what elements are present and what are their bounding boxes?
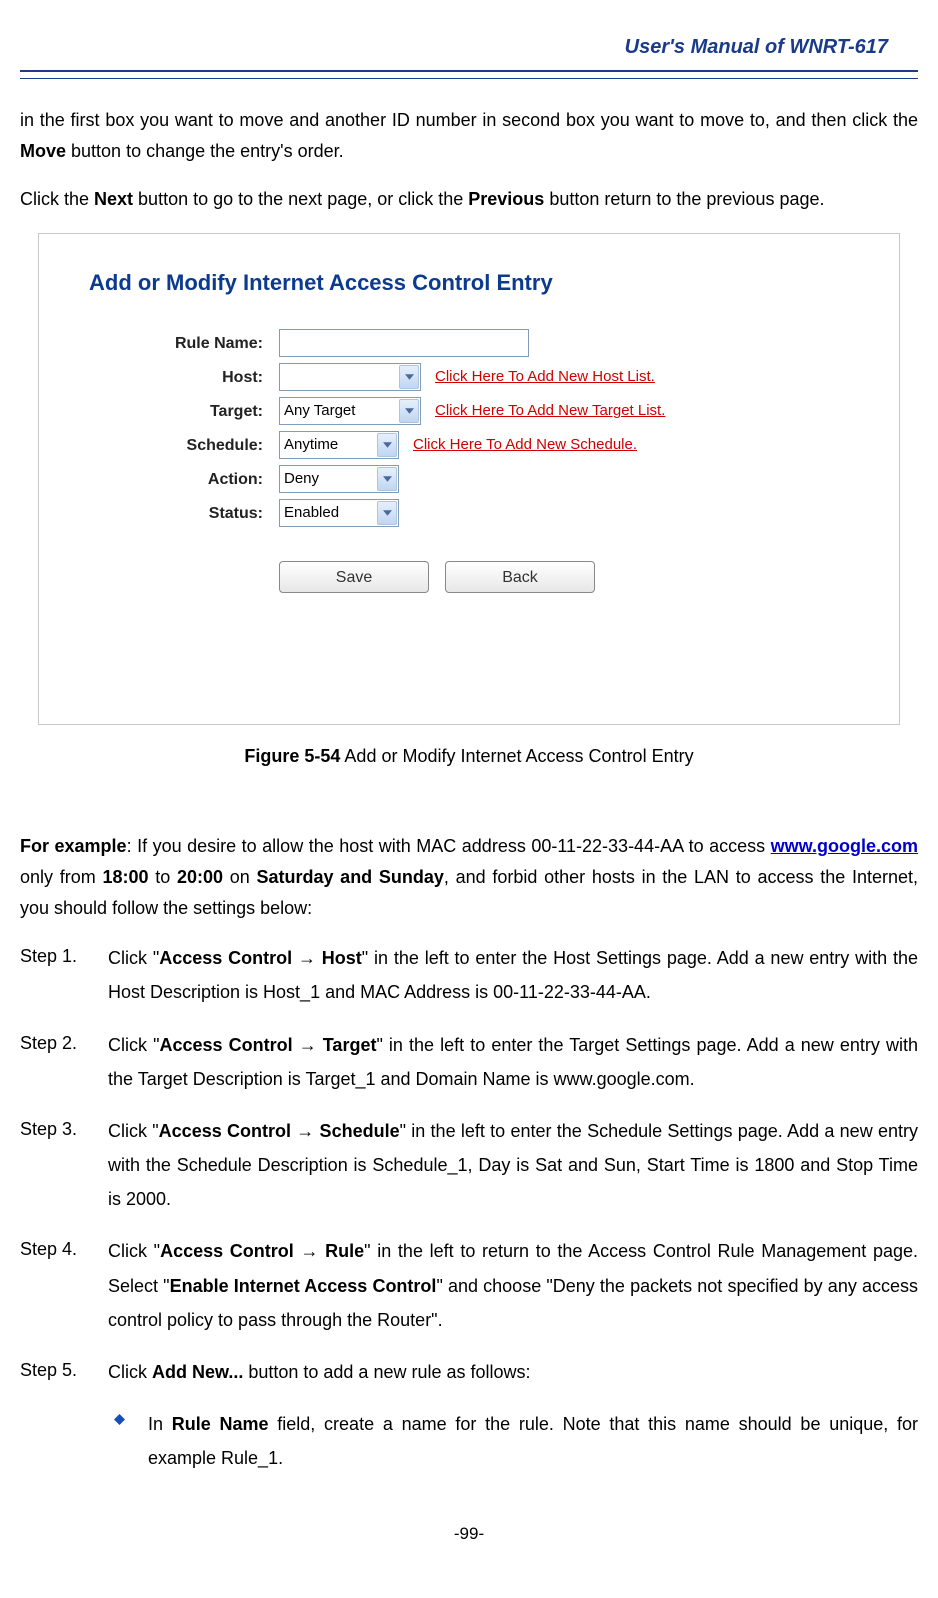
text: Click the (20, 189, 94, 209)
page-header-title: User's Manual of WNRT-617 (20, 30, 918, 72)
back-button[interactable]: Back (445, 561, 595, 593)
screenshot-title: Add or Modify Internet Access Control En… (89, 264, 879, 301)
target-value: Any Target (284, 398, 355, 424)
label-rule-name: Rule Name: (89, 330, 279, 357)
rule-name-bold: Rule Name (172, 1414, 269, 1434)
chevron-down-icon (399, 365, 419, 389)
text: button to add a new rule as follows: (243, 1362, 530, 1382)
step-5-bold: Add New... (152, 1362, 243, 1382)
bullet-rule-name: In Rule Name field, create a name for th… (108, 1407, 918, 1475)
chevron-down-icon (377, 433, 397, 457)
step-1: Step 1. Click "Access Control → Host" in… (20, 941, 918, 1009)
row-target: Target: Any Target Click Here To Add New… (89, 397, 879, 425)
chevron-down-icon (377, 467, 397, 491)
text: in the first box you want to move and an… (20, 110, 918, 130)
step-2-label: Step 2. (20, 1028, 108, 1096)
chevron-down-icon (377, 501, 397, 525)
target-dropdown[interactable]: Any Target (279, 397, 421, 425)
add-target-link[interactable]: Click Here To Add New Target List. (435, 398, 665, 424)
step-4-label: Step 4. (20, 1234, 108, 1337)
add-schedule-link[interactable]: Click Here To Add New Schedule. (413, 432, 637, 458)
text: button return to the previous page. (544, 189, 824, 209)
time-2000: 20:00 (177, 867, 223, 887)
step-3: Step 3. Click "Access Control → Schedule… (20, 1114, 918, 1217)
page-number: -99- (20, 1520, 918, 1549)
step-4: Step 4. Click "Access Control → Rule" in… (20, 1234, 918, 1337)
label-action: Action: (89, 466, 279, 493)
step-2: Step 2. Click "Access Control → Target" … (20, 1028, 918, 1096)
text: Click " (108, 1121, 159, 1141)
text: Click " (108, 1241, 160, 1261)
intro-paragraph-1: in the first box you want to move and an… (20, 105, 918, 166)
schedule-value: Anytime (284, 432, 338, 458)
figure-number: Figure 5-54 (244, 746, 340, 766)
step-4-bold-1: Access Control → Rule (160, 1241, 364, 1261)
step-1-bold: Access Control → Host (159, 948, 362, 968)
step-4-bold-2: Enable Internet Access Control (170, 1276, 437, 1296)
schedule-dropdown[interactable]: Anytime (279, 431, 399, 459)
text: button to change the entry's order. (66, 141, 344, 161)
chevron-down-icon (399, 399, 419, 423)
intro-paragraph-2: Click the Next button to go to the next … (20, 184, 918, 215)
row-schedule: Schedule: Anytime Click Here To Add New … (89, 431, 879, 459)
text: to (149, 867, 177, 887)
next-bold: Next (94, 189, 133, 209)
row-host: Host: Click Here To Add New Host List. (89, 363, 879, 391)
label-host: Host: (89, 364, 279, 391)
text: button to go to the next page, or click … (133, 189, 468, 209)
action-value: Deny (284, 466, 319, 492)
step-3-bold: Access Control → Schedule (159, 1121, 400, 1141)
text: Click (108, 1362, 152, 1382)
button-row: Save Back (279, 561, 879, 593)
text: In (148, 1414, 172, 1434)
days-bold: Saturday and Sunday (256, 867, 443, 887)
label-status: Status: (89, 500, 279, 527)
screenshot-figure: Add or Modify Internet Access Control En… (38, 233, 900, 725)
row-status: Status: Enabled (89, 499, 879, 527)
step-1-label: Step 1. (20, 941, 108, 1009)
row-rule-name: Rule Name: (89, 329, 879, 357)
diamond-bullet-icon (108, 1407, 148, 1475)
save-button[interactable]: Save (279, 561, 429, 593)
example-paragraph: For example: If you desire to allow the … (20, 831, 918, 923)
text: Click " (108, 1035, 159, 1055)
status-dropdown[interactable]: Enabled (279, 499, 399, 527)
add-host-link[interactable]: Click Here To Add New Host List. (435, 364, 655, 390)
label-schedule: Schedule: (89, 432, 279, 459)
google-link[interactable]: www.google.com (771, 836, 918, 856)
figure-text: Add or Modify Internet Access Control En… (340, 746, 693, 766)
text: Click " (108, 948, 159, 968)
row-action: Action: Deny (89, 465, 879, 493)
host-dropdown[interactable] (279, 363, 421, 391)
text: only from (20, 867, 102, 887)
time-1800: 18:00 (102, 867, 148, 887)
step-5: Step 5. Click Add New... button to add a… (20, 1355, 918, 1389)
previous-bold: Previous (468, 189, 544, 209)
step-5-label: Step 5. (20, 1355, 108, 1389)
text: : If you desire to allow the host with M… (127, 836, 771, 856)
status-value: Enabled (284, 500, 339, 526)
figure-caption: Figure 5-54 Add or Modify Internet Acces… (20, 741, 918, 772)
step-2-bold: Access Control → Target (159, 1035, 376, 1055)
move-bold: Move (20, 141, 66, 161)
header-underline (20, 78, 918, 79)
label-target: Target: (89, 398, 279, 425)
text: on (223, 867, 256, 887)
step-3-label: Step 3. (20, 1114, 108, 1217)
rule-name-input[interactable] (279, 329, 529, 357)
action-dropdown[interactable]: Deny (279, 465, 399, 493)
for-example-bold: For example (20, 836, 127, 856)
